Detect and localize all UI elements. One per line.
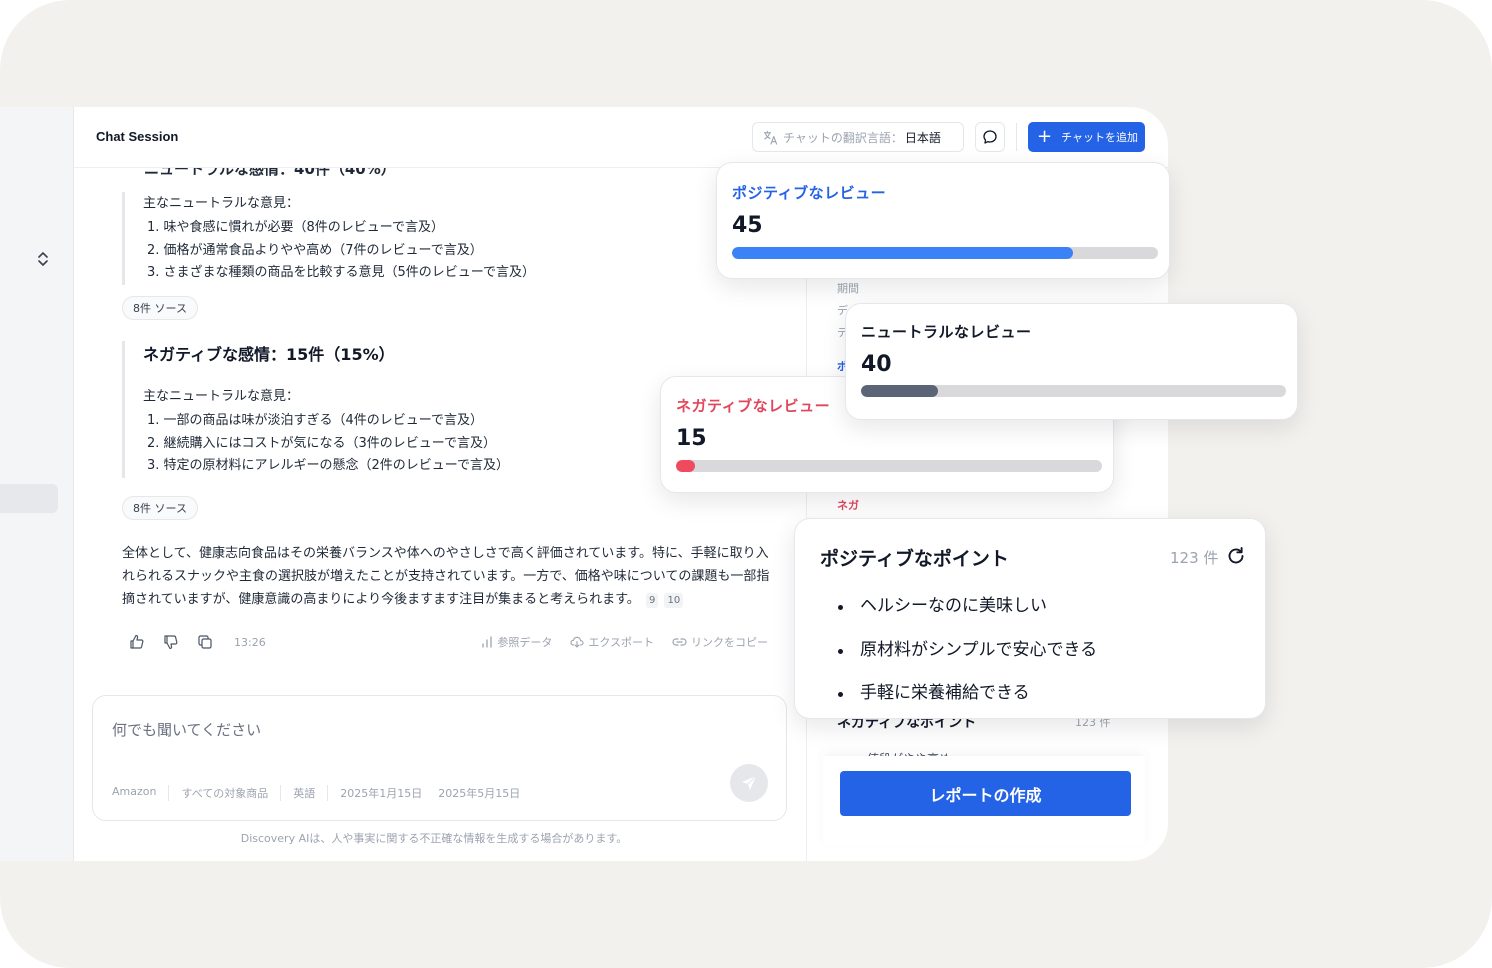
reference-data-label: 参照データ — [497, 636, 553, 649]
reference-data-button[interactable]: 参照データ — [481, 634, 552, 650]
negative-opinions-subtitle: 主なニュートラルな意見： — [143, 389, 300, 404]
citation-badge[interactable]: 9 — [645, 593, 659, 608]
negative-review-bar — [676, 460, 1102, 472]
sidebar-active-item[interactable] — [0, 484, 58, 513]
chevron-updown-icon[interactable] — [36, 250, 50, 268]
create-report-button[interactable]: レポートの作成 — [840, 771, 1131, 816]
negative-review-bar-fill — [676, 460, 696, 472]
neutral-review-count: 40 — [861, 352, 892, 377]
positive-review-card: ポジティブなレビュー 45 — [716, 162, 1170, 279]
list-item: 2. 価格が通常食品よりやや高め（7件のレビューで言及） — [147, 242, 483, 258]
copy-link-button[interactable]: リンクをコピー — [672, 634, 768, 650]
plus-icon: + — [1037, 126, 1053, 147]
neutral-opinions-subtitle: 主なニュートラルな意見： — [143, 196, 300, 211]
cut-off-heading: ニュートラルな感情：40件（40%） — [144, 168, 396, 178]
source-chip[interactable]: 8件 ソース — [122, 296, 198, 320]
neutral-review-bar-fill — [861, 385, 938, 397]
neutral-review-title: ニュートラルなレビュー — [861, 323, 1032, 341]
input-filters: Amazon すべての対象商品 英語 2025年1月15日 2025年5月15日 — [112, 785, 532, 801]
citation-badge[interactable]: 10 — [664, 593, 684, 608]
thumbs-up-icon[interactable] — [128, 633, 146, 651]
list-item: ヘルシーなのに美味しい — [838, 585, 1097, 629]
positive-review-bar-fill — [732, 247, 1073, 259]
list-item: 2. 継続購入にはコストが気になる（3件のレビューで言及） — [147, 435, 497, 451]
filter-products[interactable]: すべての対象商品 — [168, 785, 280, 801]
period-fragment: 期間 — [837, 282, 859, 295]
bar-chart-icon — [482, 636, 492, 648]
negative-opinions-block: ネガティブな感情：15件（15%） 主なニュートラルな意見： 1. 一部の商品は… — [122, 341, 509, 478]
chat-thread: ニュートラルな感情：40件（40%） 主なニュートラルな意見： 1. 味や食感に… — [74, 168, 794, 861]
positive-points-count: 123 件 — [1170, 549, 1219, 567]
list-item: 3. 特定の原材料にアレルギーの懸念（2件のレビューで言及） — [147, 458, 510, 473]
neutral-opinions-block: 主なニュートラルな意見： 1. 味や食感に慣れが必要（8件のレビューで言及） 2… — [122, 192, 535, 285]
message-tools: 参照データ エクスポート リンクをコピー — [481, 634, 768, 650]
positive-points-list: ヘルシーなのに美味しい 原材料がシンプルで安心できる 手軽に栄養補給できる — [838, 585, 1097, 716]
message-actions: 13:26 参照データ エクスポート リンクをコピー — [128, 630, 768, 654]
positive-points-card: ポジティブなポイント 123 件 ヘルシーなのに美味しい 原材料がシンプルで安心… — [794, 518, 1266, 719]
list-item: 手軽に栄養補給できる — [838, 672, 1097, 716]
chat-bubble-icon — [983, 130, 997, 144]
list-item: 1. 味や食感に慣れが必要（8件のレビューで言及） — [147, 220, 445, 235]
neutral-review-card: ニュートラルなレビュー 40 — [845, 303, 1298, 420]
positive-review-bar — [732, 247, 1158, 259]
negative-review-title: ネガティブなレビュー — [676, 397, 831, 415]
summary-paragraph: 全体として、健康志向食品はその栄養バランスや体へのやさしさで高く評価されています… — [122, 542, 772, 611]
neutral-review-bar — [861, 385, 1286, 397]
disclaimer-text: Discovery AIは、人や事実に関する不正確な情報を生成する場合があります… — [240, 832, 628, 845]
positive-review-title: ポジティブなレビュー — [732, 184, 887, 202]
translate-icon — [763, 130, 778, 145]
message-timestamp: 13:26 — [234, 635, 266, 649]
neutral-opinions-list: 1. 味や食感に慣れが必要（8件のレビューで言及） 2. 価格が通常食品よりやや… — [143, 217, 535, 285]
negative-review-count: 15 — [676, 426, 707, 451]
send-icon — [742, 775, 757, 790]
filter-start-date[interactable]: 2025年1月15日 — [327, 785, 434, 801]
chat-input-box[interactable]: 何でも聞いてください Amazon すべての対象商品 英語 2025年1月15日… — [92, 695, 787, 821]
translate-label: チャットの翻訳言語： — [783, 130, 903, 145]
left-sidebar — [0, 107, 74, 861]
chat-history-button[interactable] — [975, 122, 1005, 152]
background-frame: Chat Session チャットの翻訳言語： 日本語 + チャットを追加 ニュ… — [0, 0, 1492, 968]
refresh-icon[interactable] — [1226, 546, 1246, 566]
header-divider — [1016, 123, 1017, 151]
page-title: Chat Session — [96, 129, 179, 144]
translate-value: 日本語 — [904, 130, 941, 145]
filter-language[interactable]: 英語 — [280, 785, 327, 801]
copy-icon[interactable] — [196, 633, 214, 651]
list-item: 3. さまざまな種類の商品を比較する意見（5件のレビューで言及） — [147, 265, 536, 280]
export-label: エクスポート — [588, 636, 654, 649]
source-chip[interactable]: 8件 ソース — [122, 496, 198, 520]
negative-sentiment-heading: ネガティブな感情：15件（15%） — [143, 345, 395, 364]
negative-fragment: ネガ — [837, 499, 859, 512]
positive-review-count: 45 — [732, 213, 763, 238]
export-button[interactable]: エクスポート — [570, 634, 654, 650]
add-chat-button[interactable]: + チャットを追加 — [1028, 122, 1145, 152]
cloud-download-icon — [570, 636, 584, 648]
chat-input-placeholder[interactable]: 何でも聞いてください — [112, 719, 261, 740]
translate-language-selector[interactable]: チャットの翻訳言語： 日本語 — [752, 122, 964, 152]
list-item: 原材料がシンプルで安心できる — [838, 629, 1097, 673]
add-chat-label: チャットを追加 — [1061, 131, 1138, 144]
link-icon — [672, 638, 687, 646]
thumbs-down-icon[interactable] — [162, 633, 180, 651]
positive-points-title: ポジティブなポイント — [820, 548, 1009, 570]
send-button[interactable] — [730, 764, 768, 802]
filter-source[interactable]: Amazon — [112, 785, 168, 801]
negative-opinions-list: 1. 一部の商品は味が淡泊すぎる（4件のレビューで言及） 2. 継続購入にはコス… — [143, 410, 509, 478]
list-item: 1. 一部の商品は味が淡泊すぎる（4件のレビューで言及） — [147, 413, 484, 428]
filter-end-date[interactable]: 2025年5月15日 — [434, 785, 532, 801]
header-bar: Chat Session チャットの翻訳言語： 日本語 + チャットを追加 — [74, 107, 1168, 168]
copy-link-label: リンクをコピー — [691, 636, 768, 649]
